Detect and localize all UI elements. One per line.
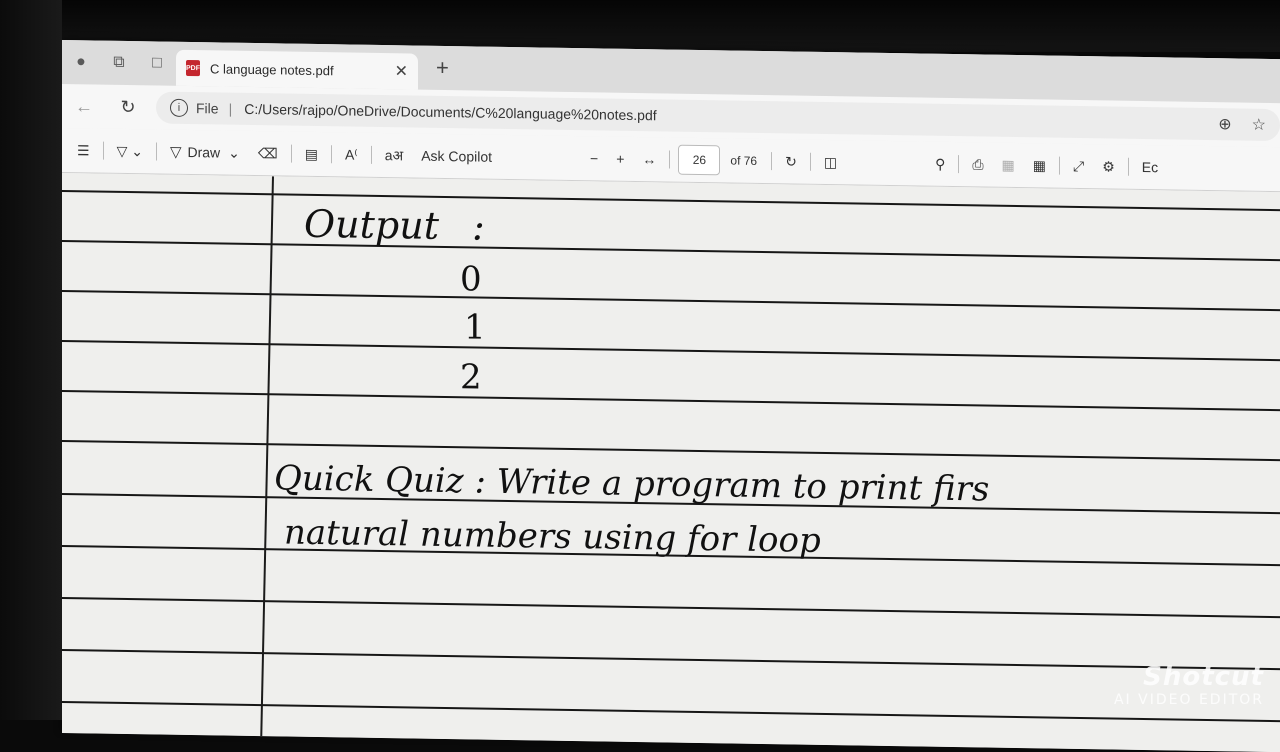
print-icon[interactable]: ⎙ [972, 156, 983, 173]
settings-icon[interactable]: ⚙ [1102, 158, 1115, 175]
page-number-input[interactable]: 26 [678, 144, 721, 176]
tab-actions-icon[interactable]: □ [138, 48, 176, 79]
output-colon: : [472, 204, 485, 249]
quiz-line-2: natural numbers using for loop [284, 512, 821, 561]
profile-icon[interactable]: ● [62, 47, 100, 78]
toolbar-divider [958, 155, 960, 174]
tab-active[interactable]: PDF C language notes.pdf ✕ [176, 49, 418, 90]
toolbar-divider [669, 150, 671, 169]
output-value: 0 [460, 259, 482, 300]
toolbar-divider [809, 152, 811, 171]
ruled-line [62, 440, 1280, 462]
favorite-icon[interactable]: ☆ [1252, 115, 1266, 135]
ruled-line [62, 649, 1280, 671]
zoom-icon[interactable]: ⊕ [1218, 114, 1231, 134]
output-value: 2 [460, 357, 482, 398]
erase-icon[interactable]: ⌫ [258, 145, 278, 162]
info-icon[interactable]: i [170, 98, 188, 117]
pdf-icon: PDF [186, 59, 200, 77]
toolbar-divider [155, 142, 157, 161]
search-icon[interactable]: ⚲ [935, 155, 945, 172]
url-text[interactable]: C:/Users/rajpo/OneDrive/Documents/C%20la… [244, 101, 1198, 132]
draw-label: Draw [187, 143, 221, 161]
url-separator: | [228, 100, 233, 117]
toolbar-divider [330, 145, 332, 164]
output-heading: Output [304, 201, 439, 248]
watermark-logo: Shotcut AI VIDEO EDITOR [1114, 662, 1264, 708]
draw-button[interactable]: ▽ Draw ⌄ [170, 143, 240, 162]
toolbar-divider [102, 141, 104, 160]
chevron-down-icon: ⌄ [228, 144, 240, 161]
close-icon[interactable]: ✕ [395, 61, 408, 81]
zoom-in-icon[interactable]: + [616, 151, 624, 167]
ruled-line [62, 240, 1280, 262]
pdf-viewport[interactable]: Output : 0 1 2 Quick Quiz : Write a prog… [62, 173, 1280, 752]
ruled-line [62, 597, 1280, 619]
back-icon[interactable]: ← [62, 96, 106, 118]
highlight-icon[interactable]: ▽ ⌄ [117, 142, 143, 159]
edit-button[interactable]: Ec [1142, 159, 1158, 175]
ruled-line [62, 390, 1280, 412]
toolbar-divider [290, 144, 292, 163]
ruled-line [62, 290, 1280, 312]
page-view-icon[interactable]: ◫ [824, 153, 837, 170]
quiz-line-1: Quick Quiz : Write a program to print fi… [274, 458, 990, 510]
toolbar-divider [1059, 156, 1060, 175]
save-as-icon[interactable]: ▦ [1033, 157, 1046, 174]
contents-icon[interactable]: ☰ [77, 142, 90, 159]
page-total: of 76 [730, 153, 758, 168]
toolbar-divider [1127, 157, 1129, 176]
fit-width-icon[interactable]: ↔ [642, 151, 656, 167]
ruled-line [62, 190, 1280, 212]
draw-icon: ▽ [169, 143, 182, 161]
tab-title: C language notes.pdf [210, 60, 334, 78]
new-tab-icon[interactable]: + [436, 55, 449, 81]
ruled-line [62, 701, 1280, 723]
toolbar-divider [771, 152, 773, 171]
rotate-icon[interactable]: ↻ [785, 153, 797, 170]
ruled-line [62, 340, 1280, 362]
pdf-page: Output : 0 1 2 Quick Quiz : Write a prog… [62, 173, 1280, 752]
scheme-label: File [196, 100, 219, 117]
workspaces-icon[interactable]: ⧉ [100, 48, 138, 79]
translate-icon[interactable]: aअ [385, 146, 403, 165]
zoom-out-icon[interactable]: − [590, 150, 598, 166]
watermark-brand: Shotcut [1143, 662, 1264, 692]
save-icon[interactable]: ▦ [1002, 156, 1015, 173]
fullscreen-icon[interactable]: ⤢ [1073, 157, 1084, 174]
read-aloud-icon[interactable]: A⁽ [345, 146, 358, 163]
monitor-bezel-left [0, 0, 62, 720]
text-icon[interactable]: ▤ [305, 145, 318, 162]
browser-window: ● ⧉ □ PDF C language notes.pdf ✕ + ← ↻ i… [62, 40, 1280, 752]
ask-copilot-button[interactable]: Ask Copilot [421, 148, 492, 165]
watermark-sub: AI VIDEO EDITOR [1113, 692, 1264, 708]
reload-icon[interactable]: ↻ [106, 96, 150, 118]
output-value: 1 [464, 307, 486, 348]
toolbar-divider [370, 145, 372, 164]
